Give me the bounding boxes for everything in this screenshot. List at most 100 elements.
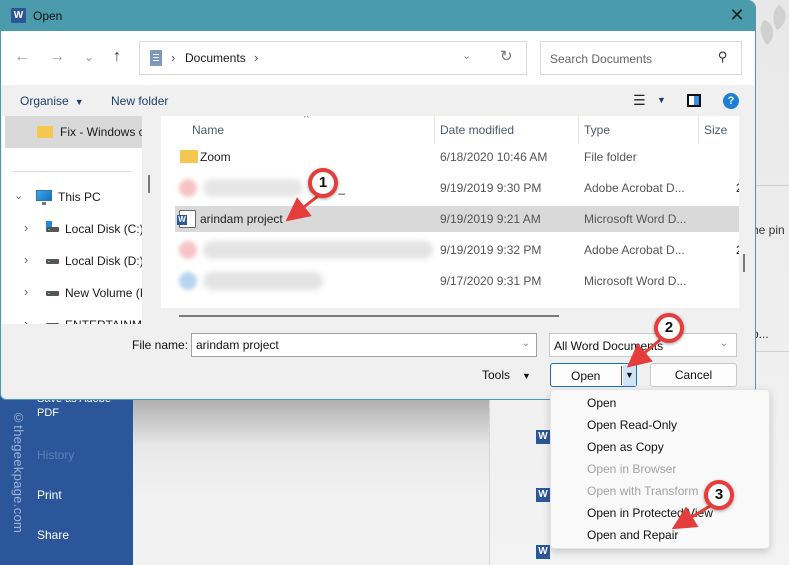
breadcrumb-documents[interactable]: Documents (185, 51, 246, 65)
file-type-filter-value: All Word Documents (554, 339, 664, 353)
open-button[interactable]: Open (571, 369, 600, 383)
drive-icon (46, 323, 59, 324)
scrollbar-thumb[interactable] (743, 254, 745, 272)
word-doc-icon (179, 272, 197, 290)
menu-item-open-as-copy[interactable]: Open as Copy (587, 440, 664, 454)
file-type: Microsoft Word D... (584, 212, 687, 226)
column-header-date[interactable]: Date modified (440, 123, 514, 137)
organise-label: Organise (20, 94, 69, 108)
file-row[interactable]: 9/19/2019 9:32 PM Adobe Acrobat D... 2 (175, 237, 739, 263)
file-type: Adobe Acrobat D... (584, 181, 685, 195)
up-button[interactable]: ↑ (106, 46, 128, 68)
open-options-dropdown-arrow[interactable]: ▼ (623, 365, 636, 386)
back-button[interactable]: ← (11, 46, 33, 68)
word-doc-icon: W (536, 430, 550, 444)
tree-item-label: New Volume (I (65, 286, 142, 300)
navigation-pane-scrollbar[interactable] (142, 116, 161, 324)
column-divider[interactable] (698, 116, 699, 144)
cancel-button[interactable]: Cancel (650, 363, 737, 387)
file-type-filter[interactable]: All Word Documents ⌄ (549, 333, 737, 357)
menu-item-open-in-protected-view[interactable]: Open in Protected View (587, 506, 713, 520)
tree-item-local-disk-d[interactable]: › Local Disk (D:) (2, 250, 142, 272)
menu-item-open-and-repair[interactable]: Open and Repair (587, 528, 678, 542)
tree-item-local-disk-c[interactable]: › Local Disk (C:) (2, 218, 142, 240)
file-list-scrollbar[interactable] (739, 116, 755, 324)
address-bar[interactable]: › Documents › ⌄ ↻ (139, 41, 527, 75)
annotation-callout-1: 1 (308, 168, 338, 198)
navigation-pane: Fix - Windows c ⌄ This PC › Local Disk (… (2, 116, 142, 324)
close-icon: ✕ (729, 5, 745, 25)
chevron-down-icon[interactable]: ⌄ (14, 189, 23, 202)
new-folder-button[interactable]: New folder (111, 94, 168, 108)
chevron-down-icon[interactable]: ⌄ (522, 338, 530, 349)
backstage-main-area (133, 400, 490, 565)
tree-item-new-volume[interactable]: › New Volume (I (2, 282, 142, 304)
scrollbar-thumb[interactable] (148, 175, 150, 193)
help-icon[interactable]: ? (723, 93, 739, 109)
chevron-right-icon[interactable]: › (24, 316, 28, 324)
annotation-callout-2: 2 (654, 313, 684, 343)
scrollbar-thumb[interactable] (179, 315, 559, 317)
column-divider[interactable] (578, 116, 579, 144)
organise-button[interactable]: Organise ▼ (20, 94, 84, 108)
file-name-input[interactable] (192, 334, 512, 356)
open-options-menu: Open Open Read-Only Open as Copy Open in… (550, 389, 770, 549)
redacted-file-name (203, 241, 433, 259)
sidebar-item-history[interactable]: History (37, 448, 74, 462)
file-name: arindam project (200, 212, 283, 226)
column-header-type[interactable]: Type (584, 123, 610, 137)
file-name-combobox[interactable]: ⌄ (191, 333, 537, 357)
close-button[interactable]: ✕ (725, 4, 749, 28)
tree-item-label: Local Disk (C:) (65, 222, 142, 236)
drive-icon (46, 227, 59, 232)
chevron-right-icon[interactable]: › (24, 220, 28, 235)
open-split-button[interactable]: Open ▼ (550, 363, 637, 387)
chevron-right-icon[interactable]: › (24, 252, 28, 267)
tree-item-entertainment[interactable]: › ENTERTAINME (2, 314, 142, 324)
command-bar: Organise ▼ New folder ☰ ▼ ? (1, 85, 755, 116)
search-box[interactable]: Search Documents ⚲ (540, 41, 742, 75)
sidebar-item-print[interactable]: Print (37, 488, 62, 502)
chevron-down-icon[interactable]: ⌄ (720, 338, 728, 349)
breadcrumb-separator-icon[interactable]: › (254, 50, 258, 65)
tree-item-this-pc[interactable]: ⌄ This PC (2, 186, 142, 208)
file-row[interactable]: Zoom 6/18/2020 10:46 AM File folder (175, 144, 739, 170)
file-type: Adobe Acrobat D... (584, 243, 685, 257)
file-row[interactable]: ent y _ 9/19/2019 9:30 PM Adobe Acrobat … (175, 175, 739, 201)
file-name: Zoom (200, 150, 231, 164)
split-divider (621, 366, 622, 385)
file-list: ^ Name Date modified Type Size Zoom 6/18… (161, 116, 739, 308)
search-icon: ⚲ (718, 49, 728, 64)
watermark: ©thegeekpage.com (11, 410, 26, 534)
column-header-name[interactable]: Name (192, 123, 224, 137)
preview-pane-icon[interactable] (687, 94, 701, 107)
refresh-icon[interactable]: ↻ (500, 47, 513, 65)
search-input[interactable]: Search Documents (550, 52, 652, 66)
menu-item-open-with-transform: Open with Transform (587, 484, 699, 498)
file-type: File folder (584, 150, 637, 164)
view-options-dropdown[interactable]: ▼ (657, 95, 666, 105)
chevron-right-icon[interactable]: › (24, 284, 28, 299)
menu-item-open-read-only[interactable]: Open Read-Only (587, 418, 677, 432)
open-dialog: W Open ✕ ← → ⌄ ↑ › Documents › ⌄ ↻ Searc… (0, 0, 756, 400)
file-date: 9/17/2020 9:31 PM (440, 274, 542, 288)
view-options-icon[interactable]: ☰ (633, 92, 646, 109)
navigation-bar: ← → ⌄ ↑ › Documents › ⌄ ↻ Search Documen… (1, 31, 755, 85)
file-name-label: File name: (132, 338, 189, 352)
tools-button[interactable]: Tools ▼ (482, 368, 531, 382)
column-divider[interactable] (434, 116, 435, 144)
folder-icon (180, 150, 198, 163)
address-history-dropdown[interactable]: ⌄ (462, 49, 471, 62)
file-date: 9/19/2019 9:32 PM (440, 243, 542, 257)
forward-button[interactable]: → (46, 46, 68, 68)
word-app-icon: W (11, 8, 26, 23)
sidebar-item-share[interactable]: Share (37, 528, 69, 542)
pdf-icon (179, 179, 197, 197)
column-header-size[interactable]: Size (704, 123, 727, 137)
recent-locations-button[interactable]: ⌄ (78, 46, 100, 68)
recent-snippet: he pin (752, 223, 785, 237)
menu-item-open[interactable]: Open (587, 396, 616, 410)
quick-access-item[interactable]: Fix - Windows c (5, 116, 142, 148)
file-row[interactable]: 9/17/2020 9:31 PM Microsoft Word D... (175, 268, 739, 294)
file-row-selected[interactable]: W arindam project 9/19/2019 9:21 AM Micr… (175, 206, 739, 232)
